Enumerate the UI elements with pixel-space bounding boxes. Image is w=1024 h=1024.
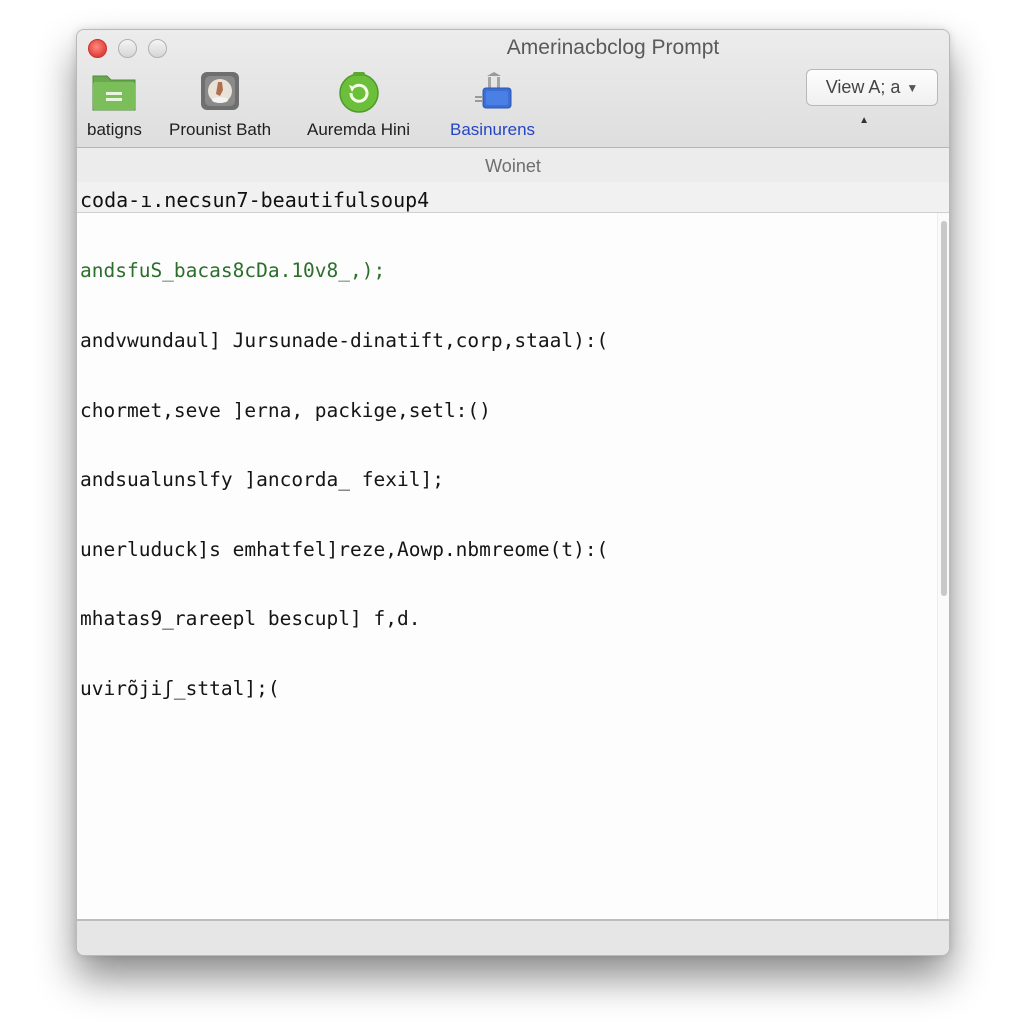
terminal-output[interactable]: andsfuS_bacas8cDa.10v8_,); andvwundaul] … — [77, 213, 949, 921]
command-line[interactable]: coda-ı.necsun7-beautifulsoup4 — [77, 182, 949, 213]
green-folder-icon — [90, 70, 138, 114]
code-line: andsfuS_bacas8cDa.10v8_,); — [80, 259, 386, 283]
scrollbar-thumb[interactable] — [941, 221, 947, 596]
blue-network-icon — [469, 70, 517, 114]
code-line: andvwundaul] Jursunade-dinatift,corp,sta… — [80, 329, 609, 353]
app-tile-icon — [196, 70, 244, 114]
toolbar-item-label: batigns — [87, 120, 142, 139]
scrollbar-track[interactable] — [937, 213, 949, 919]
section-header: Woinet — [77, 148, 949, 182]
toolbar-item-label: Basinurens — [450, 120, 536, 139]
toolbar-item-label: Auremda Hini — [307, 120, 410, 139]
toolbar-item-auremda-hini[interactable]: Auremda Hini — [307, 70, 410, 140]
chevron-up-icon[interactable]: ▲ — [859, 115, 869, 126]
toolbar-item-basinurens[interactable]: Basinurens — [450, 70, 535, 140]
toolbar-item-prounist-bath[interactable]: Prounist Bath — [169, 70, 271, 140]
code-line: chormet,seve ]erna, packige,setl:() — [80, 398, 491, 422]
code-block: andsfuS_bacas8cDa.10v8_,); andvwundaul] … — [80, 213, 608, 747]
toolbar-item-label: Prounist Bath — [169, 120, 272, 139]
status-bar — [77, 921, 949, 955]
chevron-down-icon: ▼ — [906, 80, 919, 95]
terminal-window: Amerinacbclog Prompt batigns Prounist Ba… — [76, 29, 950, 956]
view-as-label: View A; a — [825, 77, 901, 97]
code-line: andsualunslfy ]ancorda_ fexil]; — [80, 468, 444, 492]
window-title: Amerinacbclog Prompt — [506, 36, 720, 59]
green-refresh-icon — [335, 70, 383, 114]
code-line: uvirõjiʃ_sttal];( — [80, 677, 280, 701]
code-line: unerluduck]s emhatfel]reze,Aowp.nbmreome… — [80, 537, 609, 561]
code-line: mhatas9_rareepl bescupl] f,d. — [80, 607, 421, 631]
toolbar-item-batigns[interactable]: batigns — [87, 70, 142, 140]
toolbar: Amerinacbclog Prompt batigns Prounist Ba… — [77, 30, 949, 148]
view-as-dropdown[interactable]: View A; a ▼ — [806, 69, 938, 106]
